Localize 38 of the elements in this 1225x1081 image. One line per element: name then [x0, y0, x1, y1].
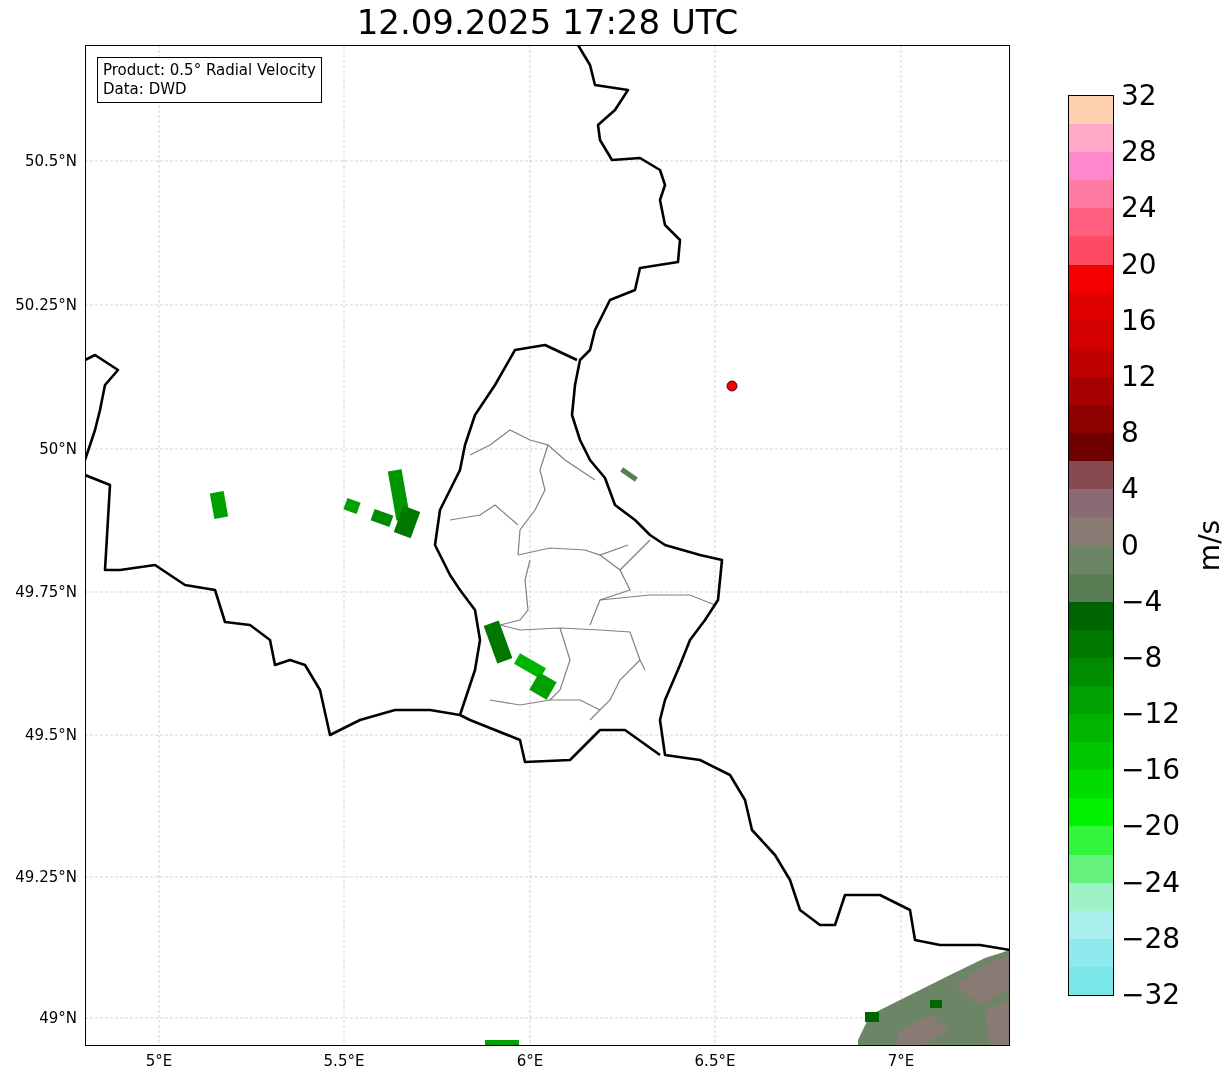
longitude-label: 7°E — [887, 1052, 915, 1070]
colorbar-tick-label: −32 — [1121, 980, 1181, 1010]
latitude-label: 50.25°N — [15, 296, 77, 314]
radar-echo — [343, 497, 361, 515]
colorbar-tick-label: 12 — [1121, 361, 1157, 392]
chart-title: 12.09.2025 17:28 UTC — [355, 1, 740, 44]
colorbar-tick-label: 16 — [1121, 305, 1157, 336]
latitude-label: 49.75°N — [15, 583, 77, 601]
longitude-label: 6°E — [516, 1052, 544, 1070]
latitude-label: 50°N — [39, 440, 77, 458]
colorbar-tick-label: 8 — [1121, 418, 1139, 449]
legend-text: Product: 0.5° Radial Velocity — [103, 61, 316, 80]
colorbar-tick-label: 28 — [1121, 137, 1157, 168]
longitude-label: 5°E — [145, 1052, 173, 1070]
longitude-label: 5.5°E — [323, 1052, 365, 1070]
radar-echo — [485, 1040, 519, 1046]
colorbar-tick-label: −12 — [1121, 699, 1181, 730]
latitude-label: 49.5°N — [24, 726, 77, 744]
colorbar-unit-label: m/s — [1193, 519, 1225, 572]
latitude-label: 49.25°N — [15, 868, 77, 886]
colorbar-tick-label: 0 — [1121, 530, 1139, 561]
latitude-label: 50.5°N — [24, 152, 77, 170]
legend-text: Data: DWD — [103, 80, 188, 99]
colorbar-tick-label: −16 — [1121, 755, 1181, 786]
colorbar-tick-label: −4 — [1121, 586, 1163, 617]
radar-site-marker — [726, 380, 738, 392]
colorbar-tick-label: −24 — [1121, 867, 1181, 898]
longitude-label: 6.5°E — [694, 1052, 736, 1070]
colorbar-tick-label: 32 — [1121, 81, 1157, 111]
colorbar-tick-label: 4 — [1121, 474, 1139, 505]
colorbar-tick-label: −8 — [1121, 642, 1163, 673]
colorbar-tick-label: 20 — [1121, 249, 1157, 280]
radar-echo — [209, 491, 229, 519]
colorbar-tick-label: −20 — [1121, 811, 1181, 842]
latitude-label: 49°N — [39, 1009, 77, 1027]
colorbar-tick-label: −28 — [1121, 923, 1181, 954]
radar-echo — [529, 672, 557, 700]
colorbar-tick-label: 24 — [1121, 193, 1157, 224]
